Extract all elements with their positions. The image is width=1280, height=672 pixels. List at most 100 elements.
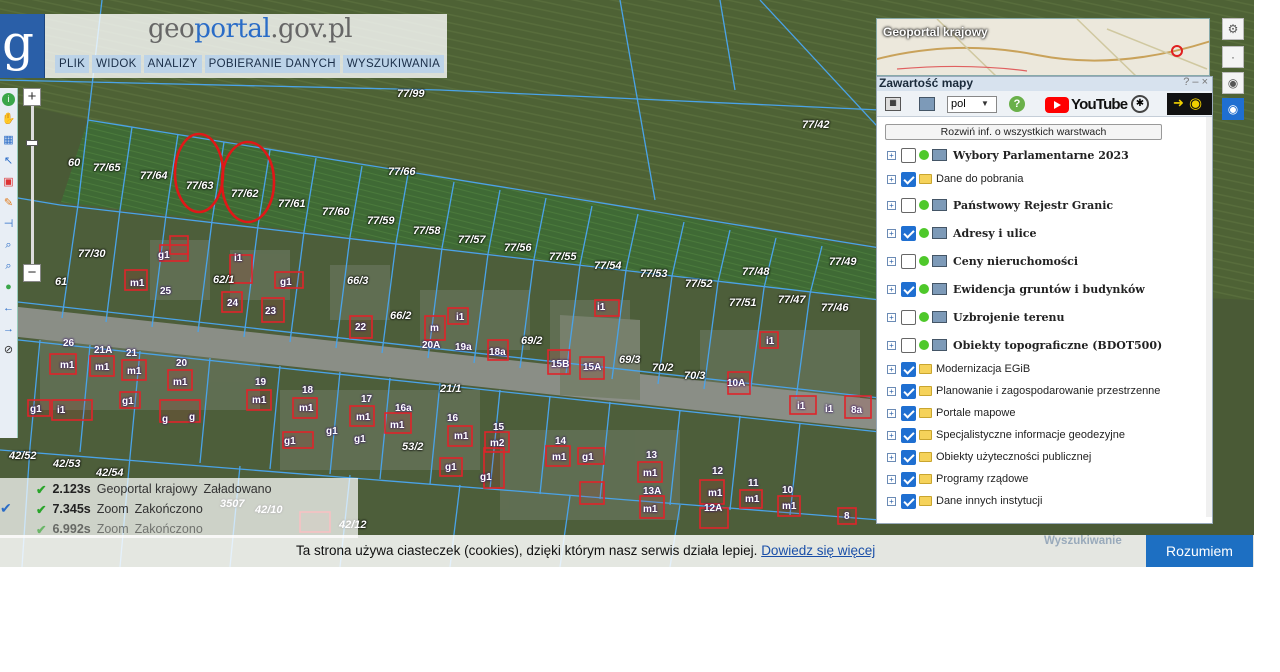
expand-all-layers-button[interactable]: Rozwiń inf. o wszystkich warstwach xyxy=(885,124,1162,140)
globe-icon[interactable]: ● xyxy=(2,279,16,295)
layer-checkbox[interactable] xyxy=(901,281,916,297)
expand-plus-icon[interactable]: + xyxy=(887,386,896,396)
parcel-label: 77/30 xyxy=(78,248,106,260)
layer-row[interactable]: + Dane do pobrania xyxy=(887,169,1023,189)
layer-checkbox[interactable] xyxy=(901,147,916,163)
pencil-icon[interactable]: ✎ xyxy=(2,195,16,211)
layer-row[interactable]: + Ceny nieruchomości xyxy=(887,251,1078,271)
layer-row[interactable]: + Ewidencja gruntów i budynków xyxy=(887,279,1145,299)
expand-plus-icon[interactable]: + xyxy=(887,474,896,484)
zoom-rail[interactable] xyxy=(31,106,34,266)
layers-table-icon[interactable]: ▦ xyxy=(885,97,901,111)
expand-plus-icon[interactable]: + xyxy=(887,340,896,350)
layer-checkbox[interactable] xyxy=(901,405,916,421)
building-label: 25 xyxy=(160,286,172,297)
hand-pan-icon[interactable]: ✋ xyxy=(2,111,16,127)
layer-row[interactable]: + Modernizacja EGiB xyxy=(887,359,1030,379)
layer-row[interactable]: + Wybory Parlamentarne 2023 xyxy=(887,145,1129,165)
parcel-label: 70/2 xyxy=(652,362,674,374)
panel-window-controls[interactable]: ? – × xyxy=(1183,77,1208,88)
layer-checkbox[interactable] xyxy=(901,309,916,325)
cookie-learn-more-link[interactable]: Dowiedz się więcej xyxy=(761,543,875,558)
grid-icon[interactable]: ▦ xyxy=(2,132,16,148)
layer-row[interactable]: + Państwowy Rejestr Granic xyxy=(887,195,1113,215)
status-dot-icon xyxy=(919,256,929,266)
panel-scrollbar[interactable] xyxy=(1206,117,1212,517)
layer-checkbox[interactable] xyxy=(901,225,916,241)
zoom-in-button[interactable]: + xyxy=(23,88,41,106)
zoom-out-button[interactable]: − xyxy=(23,264,41,282)
parcel-label: 77/56 xyxy=(504,242,532,254)
layer-checkbox[interactable] xyxy=(901,493,916,509)
status-source: Zoom xyxy=(96,502,129,516)
expand-plus-icon[interactable]: + xyxy=(887,364,896,374)
layer-row[interactable]: + Programy rządowe xyxy=(887,469,1028,489)
layer-row[interactable]: + Obiekty topograficzne (BDOT500) xyxy=(887,335,1162,355)
zoom-knob[interactable] xyxy=(26,140,38,146)
select-area-icon[interactable]: ▣ xyxy=(2,174,16,190)
settings-icon[interactable]: ⚙ xyxy=(1222,18,1244,40)
layer-checkbox[interactable] xyxy=(901,253,916,269)
building-label: m1 xyxy=(708,488,723,499)
layer-checkbox[interactable] xyxy=(901,361,916,377)
zoom-in-tool-icon[interactable]: ⌕ xyxy=(2,237,16,253)
building-label: 22 xyxy=(355,322,367,333)
expand-plus-icon[interactable]: + xyxy=(887,452,896,462)
layer-row[interactable]: + Planowanie i zagospodarowanie przestrze… xyxy=(887,381,1160,401)
layer-row[interactable]: + Portale mapowe xyxy=(887,403,1016,423)
expand-plus-icon[interactable]: + xyxy=(887,496,896,506)
language-select[interactable]: pol xyxy=(947,96,997,113)
expand-plus-icon[interactable]: + xyxy=(887,284,896,294)
menu-widok[interactable]: WIDOK xyxy=(92,55,141,73)
youtube-link[interactable]: YouTube xyxy=(1045,96,1128,113)
layer-row[interactable]: + Specjalistyczne informacje geodezyjne xyxy=(887,425,1125,445)
arrow-right-icon[interactable]: → xyxy=(2,321,16,337)
eye-active-icon[interactable]: ◉ xyxy=(1222,98,1244,120)
menu-analizy[interactable]: ANALIZY xyxy=(143,55,202,73)
expand-plus-icon[interactable]: + xyxy=(887,228,896,238)
arrow-left-icon[interactable]: ← xyxy=(2,300,16,316)
layer-checkbox[interactable] xyxy=(901,337,916,353)
layer-checkbox[interactable] xyxy=(901,471,916,487)
add-wms-icon[interactable] xyxy=(919,97,935,111)
layer-checkbox[interactable] xyxy=(901,383,916,399)
layer-checkbox[interactable] xyxy=(901,197,916,213)
help-icon[interactable]: ? xyxy=(1009,96,1025,112)
menu-plik[interactable]: PLIK xyxy=(55,55,90,73)
layer-row[interactable]: + Obiekty użyteczności publicznej xyxy=(887,447,1091,467)
expand-plus-icon[interactable]: + xyxy=(887,150,896,160)
building-label: 15 xyxy=(493,422,505,433)
expand-plus-icon[interactable]: + xyxy=(887,430,896,440)
settings-wheel-icon[interactable]: ✱ xyxy=(1131,95,1149,113)
visibility-toggle[interactable]: ➜ ◉ xyxy=(1167,93,1212,115)
geoportal-logo[interactable]: g xyxy=(0,14,45,78)
expand-plus-icon[interactable]: + xyxy=(887,408,896,418)
cookie-accept-button[interactable]: Rozumiem xyxy=(1146,535,1253,567)
expand-plus-icon[interactable]: + xyxy=(887,200,896,210)
parcel-label: 77/64 xyxy=(140,170,168,182)
layer-checkbox[interactable] xyxy=(901,449,916,465)
expand-plus-icon[interactable]: + xyxy=(887,312,896,322)
building-label: 11 xyxy=(748,478,759,489)
search-ghost-label: Wyszukiwanie xyxy=(1044,535,1122,547)
measure-icon[interactable]: ⊣ xyxy=(2,216,16,232)
expand-plus-icon[interactable]: + xyxy=(887,174,896,184)
parcel-label: 77/47 xyxy=(778,294,806,306)
layer-row[interactable]: + Adresy i ulice xyxy=(887,223,1037,243)
menu-wyszukiwania[interactable]: WYSZUKIWANIA xyxy=(342,55,445,73)
layer-row[interactable]: + Dane innych instytucji xyxy=(887,491,1042,511)
zoom-out-tool-icon[interactable]: ⌕ xyxy=(2,258,16,274)
expand-plus-icon[interactable]: + xyxy=(887,256,896,266)
layer-checkbox[interactable] xyxy=(901,427,916,443)
dot-icon[interactable]: · xyxy=(1222,46,1244,68)
building-label: 13 xyxy=(646,450,658,461)
cancel-icon[interactable]: ⊘ xyxy=(2,342,16,358)
parcel-label: 77/52 xyxy=(685,278,713,290)
menu-pobieranie-danych[interactable]: POBIERANIE DANYCH xyxy=(204,55,340,73)
layer-row[interactable]: + Uzbrojenie terenu xyxy=(887,307,1065,327)
select-arrow-icon[interactable]: ↖ xyxy=(2,153,16,169)
eye-icon[interactable]: ◉ xyxy=(1222,72,1244,94)
info-icon[interactable]: i xyxy=(2,93,15,106)
layer-checkbox[interactable] xyxy=(901,171,916,187)
overview-minimap[interactable]: Geoportal krajowy xyxy=(876,18,1210,76)
